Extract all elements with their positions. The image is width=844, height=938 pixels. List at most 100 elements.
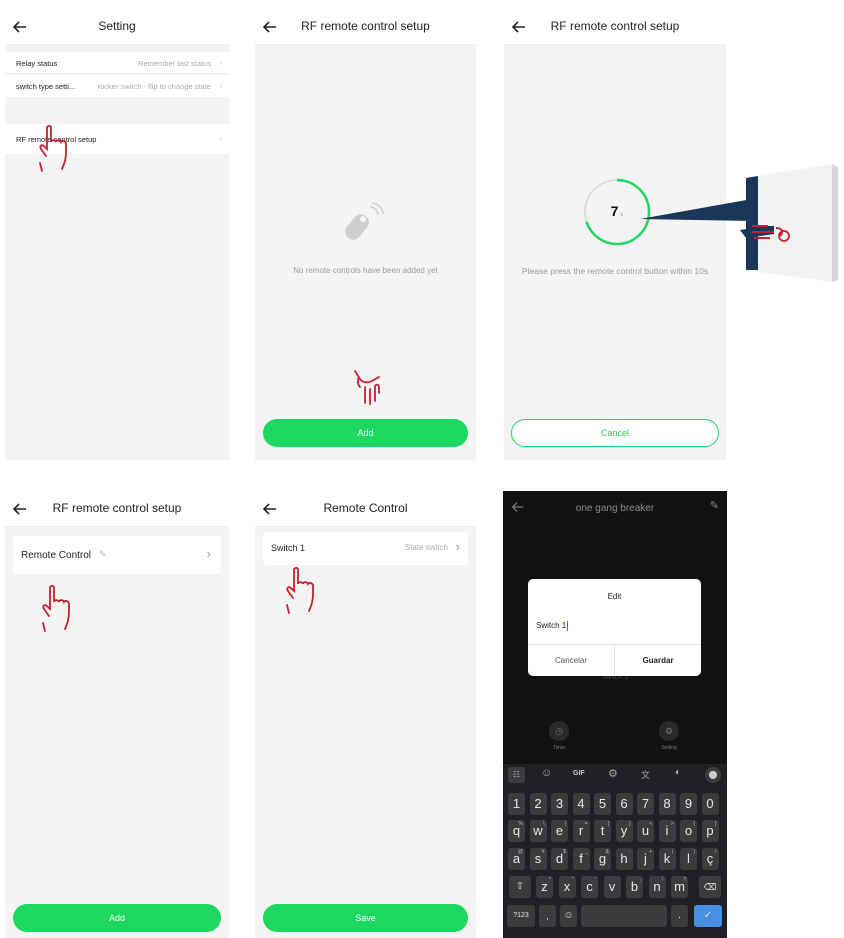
dialog-save-button[interactable]: Guardar [615, 645, 701, 676]
key-ç[interactable]: ç / [701, 848, 719, 870]
key-u[interactable]: u < [637, 820, 654, 842]
edit-pencil-icon[interactable]: ✎ [710, 499, 719, 512]
key-t[interactable]: t[ [594, 820, 611, 842]
setting-icon: ⚙ [659, 721, 679, 741]
switch-item[interactable]: Switch 1 State switch › [263, 532, 468, 565]
pointing-hand-icon [39, 125, 67, 172]
name-input[interactable]: Switch 1 [536, 621, 693, 635]
key-label: s [534, 851, 542, 866]
key-h[interactable]: h- [615, 848, 633, 870]
key-s[interactable]: s # [529, 848, 547, 870]
key-label: t [600, 823, 605, 838]
gear-icon[interactable]: ⚙ [608, 767, 618, 780]
key-label: l [687, 851, 690, 866]
key-4[interactable]: 4 [572, 793, 590, 815]
key-c[interactable]: c ' [581, 876, 598, 898]
key-l[interactable]: l) [680, 848, 697, 870]
key-hint: < [649, 821, 652, 827]
key-hint: # [541, 849, 545, 855]
remote-control-item[interactable]: Remote Control ✎ › [13, 536, 221, 574]
key-1[interactable]: 1 [508, 793, 525, 815]
key-a[interactable]: a @ [508, 848, 525, 870]
cancel-button[interactable]: Cancel [511, 419, 719, 447]
key-hint: = [584, 821, 588, 827]
key-hint: { [693, 821, 695, 827]
key-r[interactable]: r = [572, 820, 590, 842]
key-6[interactable]: 6 [615, 793, 633, 815]
add-button[interactable]: Add [13, 904, 221, 932]
key-i[interactable]: i > [658, 820, 676, 842]
key-label: 2 [534, 796, 542, 811]
timer-control[interactable]: ◷ Timer [547, 721, 571, 751]
save-button[interactable]: Save [263, 904, 468, 932]
microphone-icon[interactable]: ⬤ [705, 767, 721, 783]
key-hint: ] [629, 821, 631, 827]
key-y[interactable]: y] [615, 820, 633, 842]
dialog-cancel-button[interactable]: Cancelar [528, 645, 614, 676]
enter-key[interactable]: ✓ [694, 905, 722, 927]
rf-setup-list-screen: RF remote control setup Remote Control ✎… [5, 491, 229, 938]
space-key[interactable] [581, 905, 667, 927]
key-g[interactable]: g & [594, 848, 611, 870]
palette-icon[interactable]: ◐ [675, 767, 681, 778]
key-8[interactable]: 8 [658, 793, 676, 815]
key-k[interactable]: k( [658, 848, 676, 870]
countdown-unit: s [620, 212, 624, 218]
key-label: p [706, 823, 714, 838]
relay-status-row[interactable]: Relay status Remember last status › [5, 52, 229, 74]
key-e[interactable]: e | [551, 820, 568, 842]
translate-icon[interactable]: 文 [641, 768, 650, 781]
number-row: 1234567890 [503, 793, 727, 817]
key-z[interactable]: z * [536, 876, 553, 898]
setting-control[interactable]: ⚙ Setting [657, 721, 681, 751]
pointing-hand-icon [286, 567, 314, 614]
add-button[interactable]: Add [263, 419, 468, 447]
device-title: one gang breaker [575, 503, 655, 514]
switch-type-row[interactable]: switch type setti... rocker switch - fli… [5, 75, 229, 97]
key-m[interactable]: m? [671, 876, 688, 898]
letter-row-1: q% w \ e | r = t[y] u < i > o{p} [503, 820, 727, 844]
key-3[interactable]: 3 [551, 793, 568, 815]
key-x[interactable]: x " [558, 876, 576, 898]
page-title: RF remote control setup [301, 19, 430, 33]
backspace-key[interactable]: ⌫ [699, 876, 721, 898]
relay-status-value: Remember last status [138, 59, 211, 68]
key-label: ç [706, 851, 714, 866]
key-5[interactable]: 5 [594, 793, 611, 815]
key-q[interactable]: q% [508, 820, 525, 842]
page-title: RF remote control setup [52, 501, 182, 515]
comma-key[interactable]: , [539, 905, 556, 927]
shift-key[interactable]: ⇧ [509, 876, 531, 898]
chevron-right-icon: › [219, 58, 223, 67]
device-edit-screen: one gang breaker ✎ Switch 1 ◷ Timer ⚙ Se… [503, 491, 727, 938]
symbols-key[interactable]: ?123 [507, 905, 535, 927]
key-label: 1 [512, 796, 521, 811]
key-0[interactable]: 0 [701, 793, 719, 815]
key-w[interactable]: w \ [529, 820, 547, 842]
key-hint: @ [517, 849, 523, 855]
key-9[interactable]: 9 [680, 793, 697, 815]
key-label: 9 [684, 796, 693, 811]
switch-type-label: switch type setti... [16, 82, 76, 91]
gif-button[interactable]: GIF [573, 770, 585, 777]
key-d[interactable]: d $ [551, 848, 568, 870]
letter-row-3: ⇧ ⌫ z * x " c ' v: b; n! m? [503, 876, 727, 900]
key-n[interactable]: n! [648, 876, 666, 898]
key-b[interactable]: b; [626, 876, 643, 898]
key-label: 7 [641, 796, 650, 811]
key-2[interactable]: 2 [529, 793, 547, 815]
key-7[interactable]: 7 [637, 793, 654, 815]
chevron-right-icon: › [206, 546, 211, 561]
edit-pencil-icon[interactable]: ✎ [99, 549, 107, 560]
key-v[interactable]: v: [603, 876, 621, 898]
key-o[interactable]: o{ [680, 820, 697, 842]
key-j[interactable]: j + [637, 848, 654, 870]
emoji-key[interactable]: ☺ [560, 905, 577, 927]
apps-grid-icon[interactable]: ☷ [508, 767, 525, 783]
period-key[interactable]: . [671, 905, 688, 927]
key-p[interactable]: p} [701, 820, 719, 842]
key-hint: & [605, 849, 609, 855]
keyboard-toolbar: ☷ ☺ GIF ⚙ 文 ◐ ⬤ [503, 764, 727, 786]
key-f[interactable]: f _ [572, 848, 590, 870]
sticker-icon[interactable]: ☺ [541, 767, 552, 779]
